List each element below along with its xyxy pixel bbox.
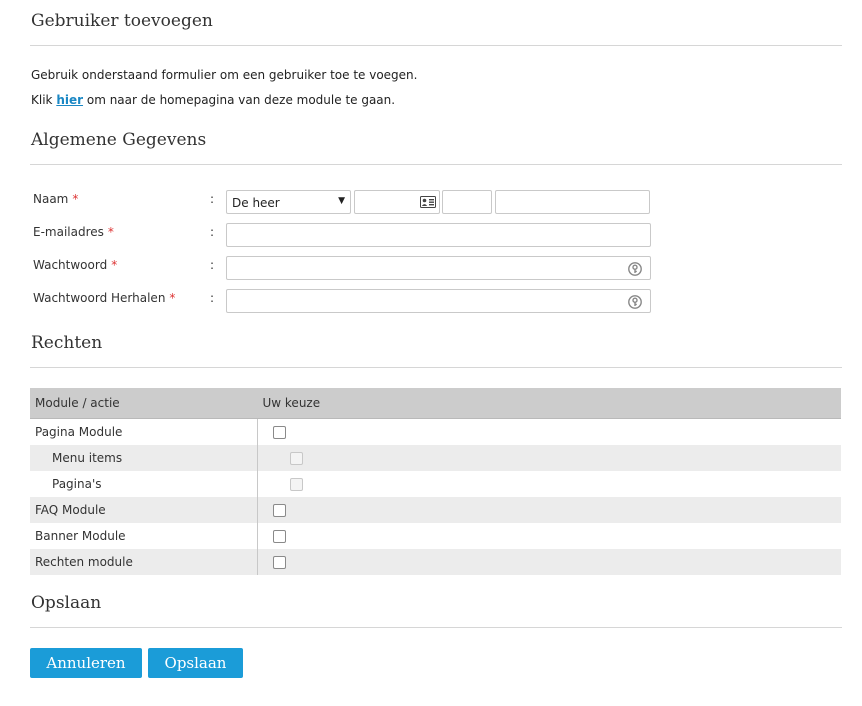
intro-link-line: Klik hier om naar de homepagina van deze…	[31, 93, 395, 107]
row-choice	[257, 497, 841, 523]
name-label: Naam *	[33, 192, 79, 206]
table-row: Rechten module	[30, 549, 841, 575]
row-choice	[257, 445, 841, 471]
password-field[interactable]	[226, 256, 651, 280]
row-choice	[257, 471, 841, 497]
required-marker: *	[72, 192, 79, 206]
row-choice	[257, 549, 841, 575]
email-field[interactable]	[226, 223, 651, 247]
section-save-title: Opslaan	[31, 593, 102, 613]
table-header-row: Module / actie Uw keuze	[30, 388, 841, 419]
home-link[interactable]: hier	[56, 93, 83, 107]
column-header: Uw keuze	[257, 388, 841, 419]
divider	[30, 45, 842, 46]
email-label: E-mailadres *	[33, 225, 114, 239]
row-choice	[257, 418, 841, 445]
password-label: Wachtwoord *	[33, 258, 118, 272]
row-label: FAQ Module	[30, 497, 258, 523]
required-marker: *	[107, 225, 114, 239]
table-row: Menu items	[30, 445, 841, 471]
salutation-value: De heer	[232, 196, 280, 210]
checkbox[interactable]	[273, 504, 286, 517]
caret-down-icon: ▼	[338, 196, 345, 206]
divider	[30, 164, 842, 165]
row-label: Pagina's	[52, 477, 102, 491]
page: Gebruiker toevoegen Gebruik onderstaand …	[0, 0, 862, 706]
colon: :	[210, 192, 215, 206]
row-label: Menu items	[30, 445, 258, 471]
column-header: Module / actie	[30, 388, 258, 419]
required-marker: *	[111, 258, 118, 272]
intro-prefix: Klik	[31, 93, 57, 107]
table-row: Banner Module	[30, 523, 841, 549]
last-name-input[interactable]	[495, 190, 650, 214]
checkbox[interactable]	[290, 452, 303, 465]
page-title: Gebruiker toevoegen	[31, 11, 213, 31]
row-label: Pagina Module	[35, 425, 123, 439]
table-row: FAQ Module	[30, 497, 841, 523]
key-icon[interactable]	[628, 262, 642, 276]
rights-table: Module / actie Uw keuze Pagina Module Me…	[30, 388, 841, 575]
salutation-select[interactable]: De heer ▼	[226, 190, 351, 214]
cancel-button[interactable]: Annuleren	[30, 648, 142, 678]
password-repeat-field[interactable]	[226, 289, 651, 313]
divider	[30, 367, 842, 368]
intro-text: Gebruik onderstaand formulier om een geb…	[31, 68, 418, 82]
required-marker: *	[169, 291, 176, 305]
table-row: Pagina's	[30, 471, 841, 497]
table-row: Pagina Module	[30, 418, 841, 445]
colon: :	[210, 291, 215, 305]
infix-input[interactable]	[442, 190, 492, 214]
colon: :	[210, 258, 215, 272]
row-label: Banner Module	[35, 529, 126, 543]
id-card-icon	[420, 196, 436, 208]
password-repeat-label: Wachtwoord Herhalen *	[33, 291, 176, 305]
intro-suffix: om naar de homepagina van deze module te…	[83, 93, 396, 107]
checkbox[interactable]	[273, 426, 286, 439]
first-name-input[interactable]	[354, 190, 440, 214]
section-rights-title: Rechten	[31, 333, 103, 353]
divider	[30, 627, 842, 628]
row-label: Rechten module	[30, 549, 258, 575]
section-general-title: Algemene Gegevens	[31, 130, 207, 150]
checkbox[interactable]	[290, 478, 303, 491]
colon: :	[210, 225, 215, 239]
checkbox[interactable]	[273, 530, 286, 543]
row-choice	[257, 523, 841, 549]
key-icon[interactable]	[628, 295, 642, 309]
checkbox[interactable]	[273, 556, 286, 569]
save-button[interactable]: Opslaan	[148, 648, 243, 678]
